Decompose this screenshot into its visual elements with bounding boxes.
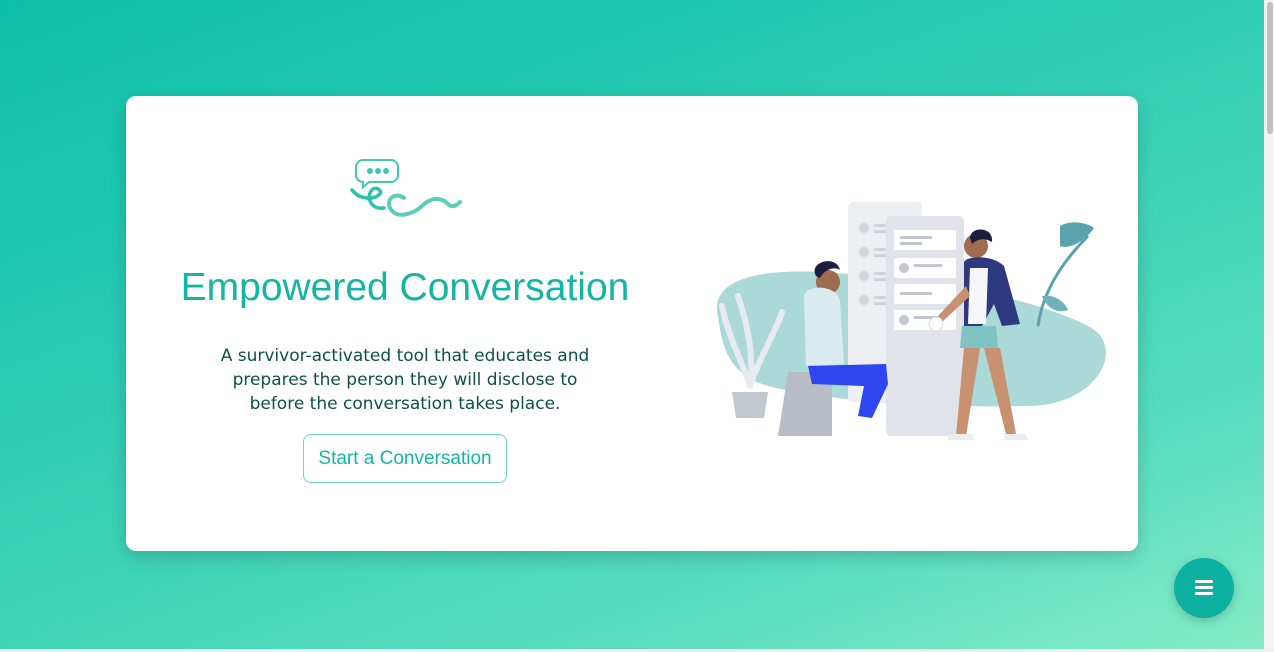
hero-card: Empowered Conversation A survivor-activa… xyxy=(126,96,1138,551)
empowered-conversation-logo xyxy=(350,159,462,217)
page-title: Empowered Conversation xyxy=(180,266,630,309)
hero-description: A survivor-activated tool that educates … xyxy=(220,346,590,414)
two-people-conversation-illustration xyxy=(716,202,1106,440)
menu-button[interactable] xyxy=(1174,558,1234,618)
start-conversation-button[interactable]: Start a Conversation xyxy=(303,434,507,483)
scrollbar[interactable] xyxy=(1264,0,1274,649)
hamburger-menu-icon xyxy=(1195,580,1213,596)
scrollbar-thumb[interactable] xyxy=(1267,2,1273,134)
